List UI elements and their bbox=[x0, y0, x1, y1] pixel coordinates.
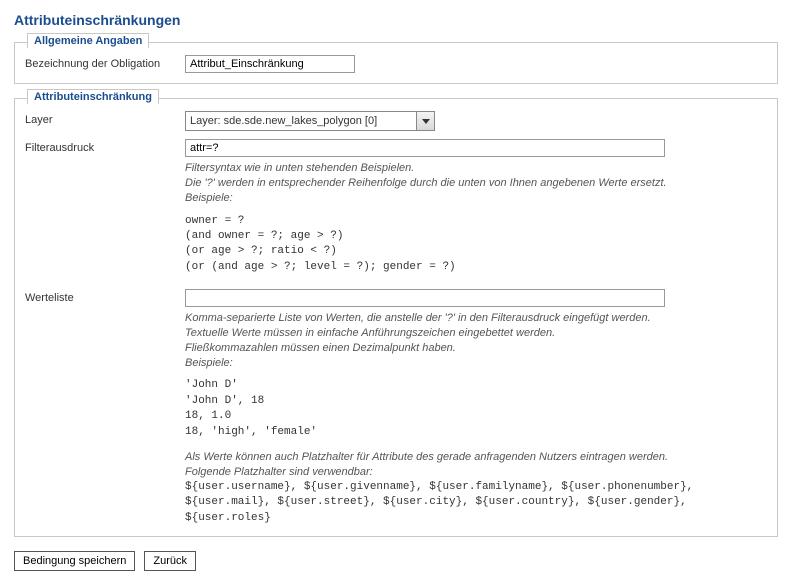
layer-select[interactable]: Layer: sde.sde.new_lakes_polygon [0] bbox=[185, 111, 435, 131]
values-help-line1: Komma-separierte Liste von Werten, die a… bbox=[185, 312, 651, 324]
layer-label: Layer bbox=[25, 111, 185, 126]
layer-select-button[interactable] bbox=[416, 112, 434, 130]
filter-label: Filterausdruck bbox=[25, 139, 185, 154]
values-help-line6: Folgende Platzhalter sind verwendbar: bbox=[185, 466, 373, 478]
values-help-line4: Beispiele: bbox=[185, 357, 233, 369]
layer-select-value: Layer: sde.sde.new_lakes_polygon [0] bbox=[186, 112, 416, 130]
values-help-line3: Fließkommazahlen müssen einen Dezimalpun… bbox=[185, 342, 456, 354]
filter-help-line1: Filtersyntax wie in unten stehenden Beis… bbox=[185, 162, 414, 174]
designation-label: Bezeichnung der Obligation bbox=[25, 55, 185, 70]
filter-input[interactable] bbox=[185, 139, 665, 157]
values-help-line5: Als Werte können auch Platzhalter für At… bbox=[185, 451, 668, 463]
chevron-down-icon bbox=[422, 119, 430, 124]
page-title: Attributeinschränkungen bbox=[14, 12, 778, 28]
values-label: Werteliste bbox=[25, 289, 185, 304]
save-button[interactable]: Bedingung speichern bbox=[14, 551, 135, 571]
back-button[interactable]: Zurück bbox=[144, 551, 196, 571]
designation-input[interactable] bbox=[185, 55, 355, 73]
attribute-restriction-panel: Attributeinschränkung Layer Layer: sde.s… bbox=[14, 98, 778, 537]
general-panel: Allgemeine Angaben Bezeichnung der Oblig… bbox=[14, 42, 778, 84]
values-placeholders: ${user.username}, ${user.givenname}, ${u… bbox=[185, 480, 767, 526]
values-examples: 'John D' 'John D', 18 18, 1.0 18, 'high'… bbox=[185, 378, 767, 440]
general-legend: Allgemeine Angaben bbox=[27, 33, 149, 48]
filter-help-line2: Die '?' werden in entsprechender Reihenf… bbox=[185, 177, 667, 189]
filter-help-line3: Beispiele: bbox=[185, 192, 233, 204]
attribute-legend: Attributeinschränkung bbox=[27, 89, 159, 104]
filter-examples: owner = ? (and owner = ?; age > ?) (or a… bbox=[185, 214, 767, 276]
values-input[interactable] bbox=[185, 289, 665, 307]
values-help-line2: Textuelle Werte müssen in einfache Anfüh… bbox=[185, 327, 555, 339]
